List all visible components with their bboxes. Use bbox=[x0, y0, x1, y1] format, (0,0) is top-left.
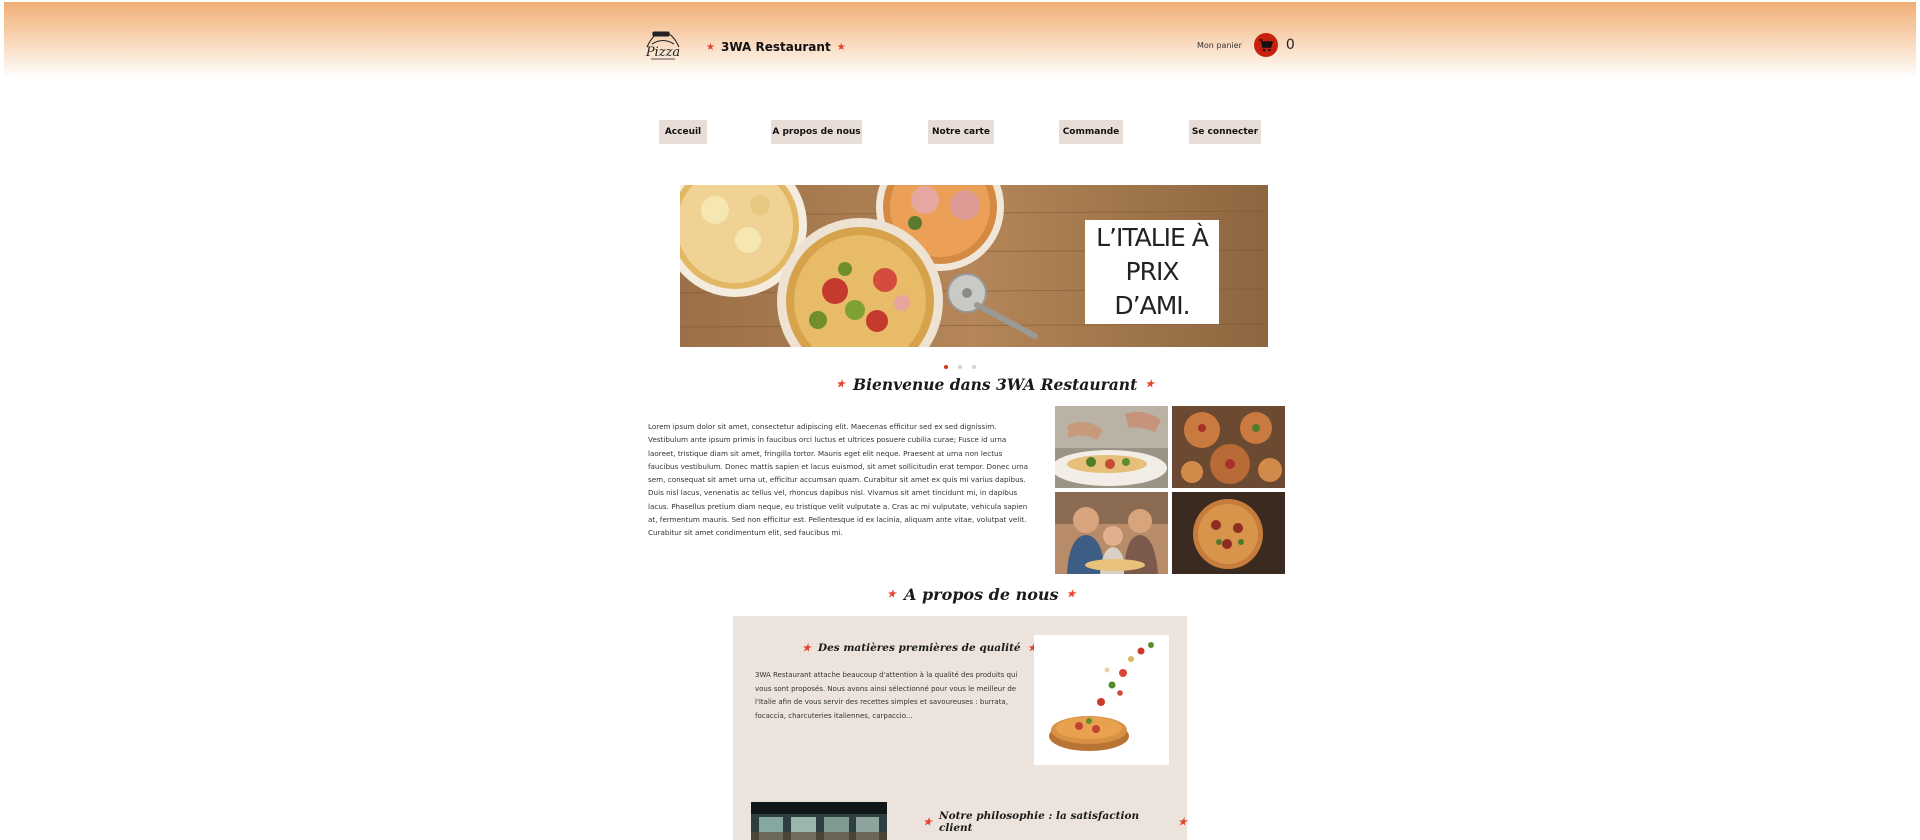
pizza-logo[interactable]: Pizza bbox=[641, 28, 685, 64]
star-icon: ★ bbox=[836, 379, 845, 390]
gallery-image-pizza bbox=[1172, 492, 1285, 574]
gallery-image-table bbox=[1172, 406, 1285, 488]
star-icon: ★ bbox=[887, 589, 896, 600]
star-icon: ★ bbox=[1066, 589, 1076, 600]
nav-notre-carte[interactable]: Notre carte bbox=[928, 120, 994, 144]
star-icon: ★ bbox=[1178, 816, 1187, 828]
about-title-label: A propos de nous bbox=[903, 585, 1059, 604]
cart-count: 0 bbox=[1285, 37, 1295, 53]
restaurant-image bbox=[751, 802, 887, 840]
quality-text: 3WA Restaurant attache beaucoup d'attent… bbox=[755, 671, 1018, 720]
about-card: ★ Des matières premières de qualité ★ 3W… bbox=[733, 616, 1187, 840]
gallery-image-family bbox=[1055, 492, 1168, 574]
restaurant-interior bbox=[751, 802, 887, 840]
hero-banner[interactable]: L’ITALIE À PRIX D’AMI. bbox=[680, 185, 1268, 347]
welcome-title-label: Bienvenue dans 3WA Restaurant bbox=[852, 375, 1138, 394]
star-icon: ★ bbox=[706, 41, 715, 53]
about-title: ★ A propos de nous ★ bbox=[887, 585, 1076, 604]
star-icon: ★ bbox=[836, 41, 846, 53]
philosophy-title-label: Notre philosophie : la satisfaction clie… bbox=[938, 810, 1140, 834]
gallery-image-chef bbox=[1055, 406, 1168, 488]
cart-button[interactable] bbox=[1253, 33, 1278, 57]
site-header bbox=[4, 2, 1916, 78]
banner-headline: L’ITALIE À PRIX D’AMI. bbox=[1085, 220, 1219, 324]
welcome-title: ★ Bienvenue dans 3WA Restaurant ★ bbox=[836, 375, 1154, 394]
quality-title: ★ Des matières premières de qualité ★ bbox=[802, 642, 1037, 654]
banner-headline-line1: L’ITALIE À PRIX bbox=[1096, 223, 1209, 286]
cart[interactable]: Mon panier 0 bbox=[1197, 33, 1295, 57]
flying-pizza-image bbox=[1034, 635, 1169, 765]
nav-se-connecter[interactable]: Se connecter bbox=[1189, 120, 1261, 144]
restaurant-name[interactable]: ★ 3WA Restaurant ★ bbox=[706, 40, 846, 54]
logo-text: Pizza bbox=[645, 45, 680, 60]
carousel-dots bbox=[944, 365, 976, 369]
carousel-dot[interactable] bbox=[958, 365, 962, 369]
cart-label: Mon panier bbox=[1197, 40, 1242, 50]
carousel-dot[interactable] bbox=[972, 365, 976, 369]
nav-a-propos[interactable]: A propos de nous bbox=[771, 120, 862, 144]
restaurant-name-label: 3WA Restaurant bbox=[720, 40, 831, 54]
quality-title-label: Des matières premières de qualité bbox=[817, 642, 1021, 654]
star-icon: ★ bbox=[802, 642, 811, 654]
star-icon: ★ bbox=[1145, 379, 1155, 390]
philosophy-title: ★ Notre philosophie : la satisfaction cl… bbox=[923, 810, 1187, 834]
star-icon: ★ bbox=[923, 816, 932, 828]
carousel-dot[interactable] bbox=[944, 365, 948, 369]
banner-headline-line2: D’AMI. bbox=[1114, 291, 1190, 320]
welcome-text: Lorem ipsum dolor sit amet, consectetur … bbox=[648, 422, 1029, 538]
nav-commande[interactable]: Commande bbox=[1059, 120, 1123, 144]
nav-accueil[interactable]: Acceuil bbox=[659, 120, 707, 144]
cart-icon bbox=[1258, 38, 1273, 51]
